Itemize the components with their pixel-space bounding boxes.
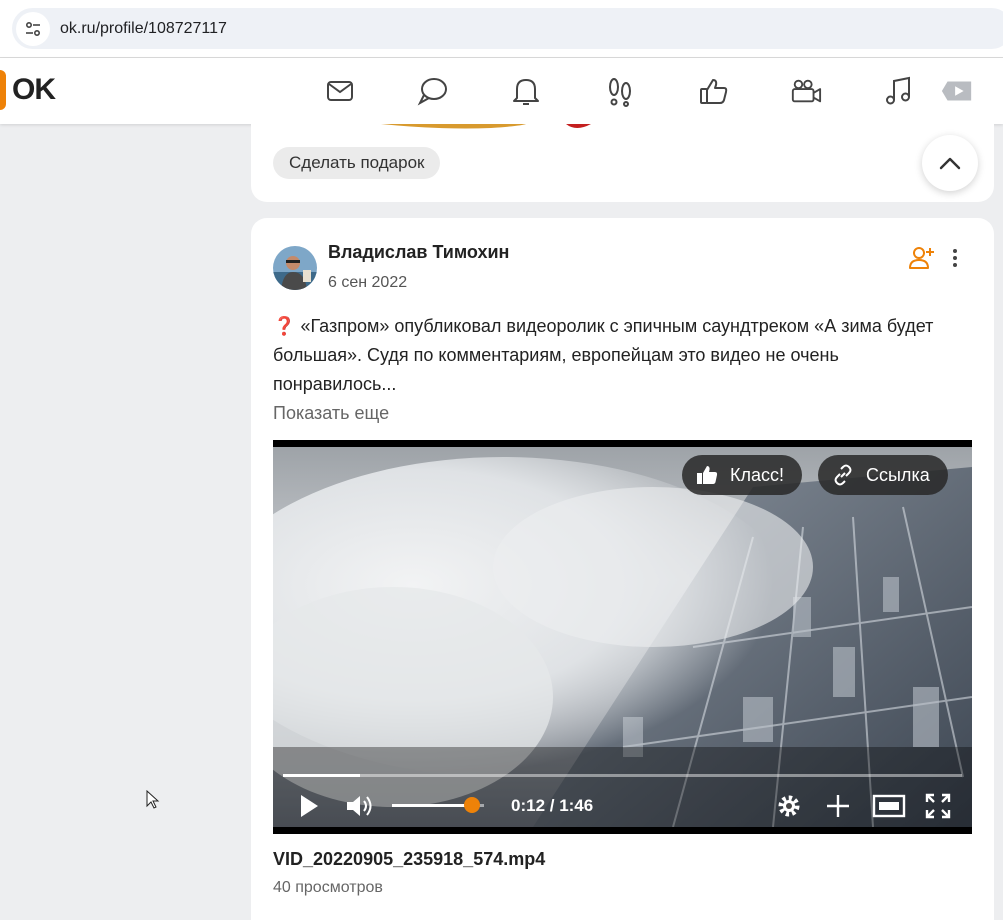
video-player[interactable]: Класс! Ссылка 0:12 / 1:46 <box>273 440 972 834</box>
video-progress-fill <box>283 774 360 777</box>
video-file-name[interactable]: VID_20220905_235918_574.mp4 <box>273 849 545 870</box>
notifications-icon[interactable] <box>510 75 542 107</box>
question-mark-emoji: ❓ <box>273 316 296 336</box>
address-bar[interactable]: ok.ru/profile/108727117 <box>12 8 1003 49</box>
previous-post-card: Сделать подарок <box>251 124 994 202</box>
view-count: 40 просмотров <box>273 879 383 896</box>
make-gift-button[interactable]: Сделать подарок <box>273 147 441 179</box>
post-date[interactable]: 6 сен 2022 <box>328 274 407 292</box>
video-icon[interactable] <box>790 75 822 107</box>
logo-text: OK <box>12 73 56 106</box>
like-button-label: Класс! <box>730 464 784 485</box>
site-header: OK <box>0 58 1003 124</box>
video-time: 0:12 / 1:46 <box>511 796 594 815</box>
author-name[interactable]: Владислав Тимохин <box>328 242 509 263</box>
link-icon <box>834 464 852 486</box>
scroll-to-top-button[interactable] <box>922 135 978 191</box>
link-button-label: Ссылка <box>866 464 930 485</box>
logo-mark <box>0 70 6 110</box>
more-options-icon[interactable] <box>945 245 965 271</box>
add-friend-icon[interactable] <box>909 245 935 271</box>
copy-link-button[interactable]: Ссылка <box>818 455 948 495</box>
url-text[interactable]: ok.ru/profile/108727117 <box>60 20 227 38</box>
avatar[interactable] <box>273 246 317 290</box>
music-icon[interactable] <box>883 75 915 107</box>
volume-knob[interactable] <box>464 797 481 813</box>
chevron-up-icon <box>939 157 961 170</box>
discussions-icon[interactable] <box>417 75 449 107</box>
likes-icon[interactable] <box>698 75 730 107</box>
guests-icon[interactable] <box>604 75 636 107</box>
volume-icon[interactable] <box>344 790 376 822</box>
site-info-icon[interactable] <box>16 11 50 46</box>
volume-fill <box>392 804 473 807</box>
thumbs-up-icon <box>697 466 718 484</box>
video-frame <box>273 447 972 827</box>
fullscreen-icon[interactable] <box>922 790 954 822</box>
play-icon[interactable] <box>293 790 325 822</box>
video-progress-bar[interactable] <box>283 774 962 777</box>
gift-image-edge <box>381 124 591 129</box>
like-video-button[interactable]: Класс! <box>682 455 802 495</box>
settings-gear-icon[interactable] <box>773 790 805 822</box>
browser-toolbar: ok.ru/profile/108727117 <box>0 0 1003 58</box>
mail-icon[interactable] <box>324 75 356 107</box>
post-text-body: «Газпром» опубликовал видеоролик с эпичн… <box>273 316 934 394</box>
games-icon[interactable] <box>940 75 974 107</box>
post-card: Владислав Тимохин 6 сен 2022 ❓ «Газпром»… <box>251 218 994 920</box>
add-icon[interactable] <box>822 790 854 822</box>
post-text: ❓ «Газпром» опубликовал видеоролик с эпи… <box>273 312 963 399</box>
show-more-link[interactable]: Показать еще <box>273 403 389 424</box>
ok-logo[interactable]: OK <box>0 70 56 110</box>
mouse-cursor-icon <box>146 790 160 809</box>
mini-player-icon[interactable] <box>871 790 907 822</box>
